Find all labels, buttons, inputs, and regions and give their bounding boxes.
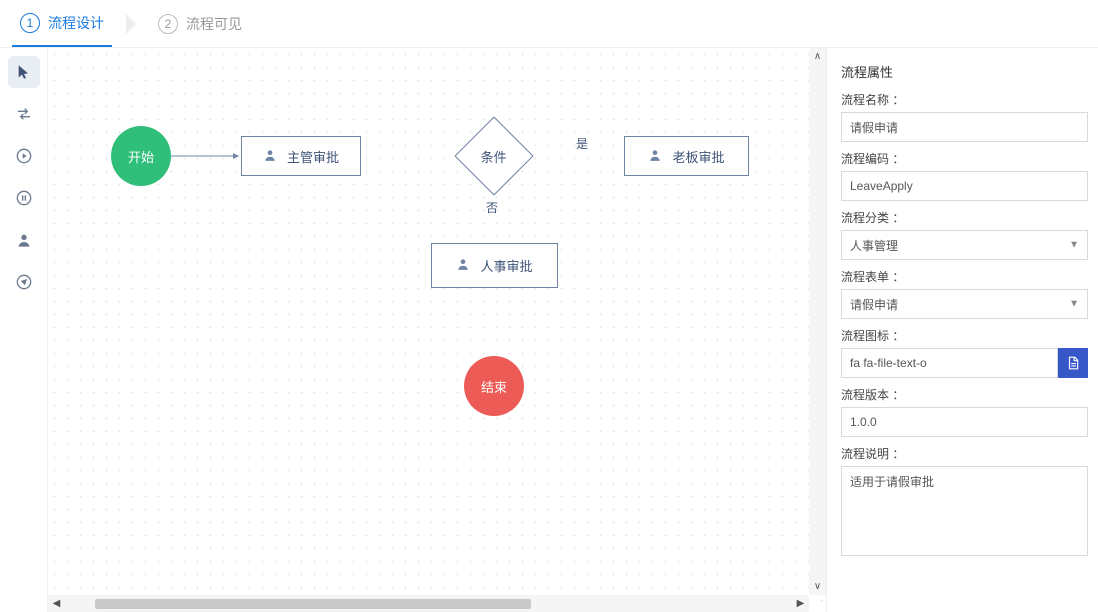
user-icon: [456, 257, 470, 274]
scroll-right-arrow-icon[interactable]: ▶: [792, 595, 809, 612]
scroll-down-arrow-icon[interactable]: ∨: [809, 578, 826, 595]
node-condition-label: 条件: [481, 146, 507, 165]
step-2-label: 流程可见: [186, 14, 242, 34]
properties-title: 流程属性: [841, 62, 1088, 81]
input-process-icon[interactable]: [841, 348, 1058, 378]
properties-panel: 流程属性 流程名称 流程编码 流程分类 人事管理 ▼ 流程表单 请假申请: [826, 48, 1098, 612]
input-process-version[interactable]: [841, 407, 1088, 437]
tool-connection[interactable]: [8, 98, 40, 130]
step-visibility[interactable]: 2 流程可见: [150, 0, 250, 47]
hscroll-thumb[interactable]: [95, 599, 531, 609]
user-icon: [16, 232, 32, 248]
user-icon: [263, 148, 277, 165]
pointer-icon: [16, 64, 32, 80]
caret-down-icon: ▼: [1069, 240, 1079, 251]
node-supervisor-label: 主管审批: [287, 147, 339, 166]
label-process-category: 流程分类: [841, 209, 1088, 226]
node-hr-approve[interactable]: 人事审批: [431, 243, 558, 288]
step-separator-icon: [126, 14, 136, 34]
tool-pause-node[interactable]: [8, 182, 40, 214]
edge-label-no: 否: [486, 199, 498, 216]
select-process-category[interactable]: 人事管理 ▼: [841, 230, 1088, 260]
select-category-value: 人事管理: [850, 237, 898, 254]
canvas-grid: [48, 48, 826, 612]
scroll-up-arrow-icon[interactable]: ∧: [809, 48, 826, 65]
button-pick-icon[interactable]: [1058, 348, 1088, 378]
label-process-form: 流程表单: [841, 268, 1088, 285]
hscroll-track[interactable]: [65, 599, 792, 609]
horizontal-scrollbar[interactable]: ◀ ▶: [48, 595, 809, 612]
edge-label-yes: 是: [576, 135, 588, 152]
tool-pointer[interactable]: [8, 56, 40, 88]
step-1-number: 1: [20, 13, 40, 33]
select-process-form[interactable]: 请假申请 ▼: [841, 289, 1088, 319]
node-end-label: 结束: [481, 377, 507, 396]
tool-gateway[interactable]: [8, 266, 40, 298]
swap-icon: [16, 106, 32, 122]
tool-palette: [0, 48, 48, 612]
label-process-version: 流程版本: [841, 386, 1088, 403]
label-process-name: 流程名称: [841, 91, 1088, 108]
node-boss-label: 老板审批: [672, 147, 724, 166]
pause-circle-icon: [16, 190, 32, 206]
label-process-code: 流程编码: [841, 150, 1088, 167]
node-boss-approve[interactable]: 老板审批: [624, 136, 749, 176]
label-process-icon: 流程图标: [841, 327, 1088, 344]
input-process-name[interactable]: [841, 112, 1088, 142]
caret-down-icon: ▼: [1069, 299, 1079, 310]
scroll-left-arrow-icon[interactable]: ◀: [48, 595, 65, 612]
tool-start-node[interactable]: [8, 140, 40, 172]
node-start[interactable]: 开始: [111, 126, 171, 186]
node-supervisor-approve[interactable]: 主管审批: [241, 136, 361, 176]
select-form-value: 请假申请: [850, 296, 898, 313]
play-circle-icon: [16, 148, 32, 164]
step-1-label: 流程设计: [48, 13, 104, 33]
compass-icon: [16, 274, 32, 290]
label-process-desc: 流程说明: [841, 445, 1088, 462]
node-end[interactable]: 结束: [464, 356, 524, 416]
tool-user-task[interactable]: [8, 224, 40, 256]
textarea-process-desc[interactable]: [841, 466, 1088, 556]
file-text-icon: [1066, 356, 1080, 370]
vertical-scrollbar[interactable]: ∧ ∨: [809, 48, 826, 595]
step-2-number: 2: [158, 14, 178, 34]
canvas-area[interactable]: 开始 主管审批 条件 是 否 老板审批: [48, 48, 826, 612]
wizard-steps: 1 流程设计 2 流程可见: [0, 0, 1098, 48]
node-start-label: 开始: [128, 147, 154, 166]
step-design[interactable]: 1 流程设计: [12, 0, 112, 47]
user-icon: [648, 148, 662, 165]
input-process-code[interactable]: [841, 171, 1088, 201]
node-hr-label: 人事审批: [480, 256, 532, 275]
